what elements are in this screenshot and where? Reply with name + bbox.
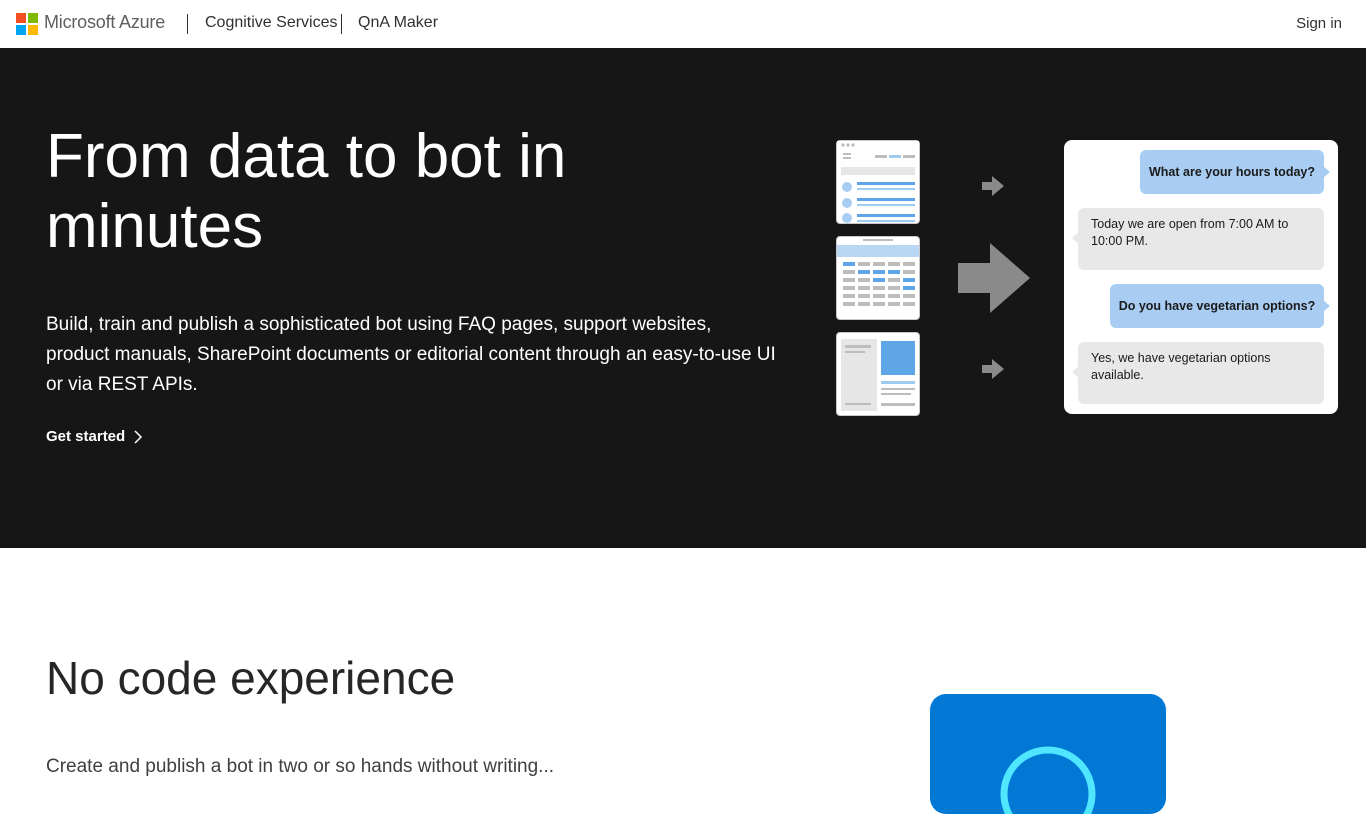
top-navigation-bar: Microsoft Azure Cognitive Services QnA M…	[0, 0, 1366, 48]
chat-user-message: Do you have vegetarian options?	[1110, 284, 1330, 328]
chat-message-text: Yes, we have vegetarian options availabl…	[1091, 351, 1271, 382]
chat-bot-illustration: What are your hours today? Today we are …	[1064, 140, 1338, 414]
microsoft-logo-icon[interactable]	[16, 13, 38, 35]
editorial-content-illustration	[836, 332, 920, 416]
faq-page-illustration	[836, 140, 920, 224]
product-manual-illustration	[836, 236, 920, 320]
faq-page-icon	[837, 141, 919, 223]
section-description: Create and publish a bot in two or so ha…	[46, 756, 555, 777]
nav-link-cognitive-services[interactable]: Cognitive Services	[205, 14, 338, 32]
get-started-link[interactable]: Get started	[46, 428, 143, 445]
sign-in-link[interactable]: Sign in	[1296, 15, 1342, 32]
arrow-right-icon	[982, 359, 1004, 379]
chat-message-text: What are your hours today?	[1149, 164, 1315, 179]
chat-user-message: What are your hours today?	[1140, 150, 1330, 194]
article-document-icon	[841, 339, 915, 411]
chat-bot-message: Yes, we have vegetarian options availabl…	[1072, 342, 1324, 404]
section-title: No code experience	[46, 652, 456, 704]
hero-title: From data to bot in minutes	[46, 122, 567, 261]
table-document-icon	[837, 239, 919, 306]
get-started-label: Get started	[46, 428, 126, 445]
no-code-illustration	[930, 694, 1166, 814]
circle-icon	[1000, 746, 1096, 814]
nav-divider	[341, 14, 342, 34]
chat-message-text: Do you have vegetarian options?	[1118, 298, 1316, 313]
hero-description: Build, train and publish a sophisticated…	[46, 314, 776, 395]
nav-divider	[187, 14, 188, 34]
brand-link[interactable]: Microsoft Azure	[44, 12, 165, 33]
chat-bot-message: Today we are open from 7:00 AM to 10:00 …	[1072, 208, 1324, 270]
chevron-right-icon	[134, 429, 143, 444]
arrow-right-icon	[982, 176, 1004, 196]
large-arrow-right-icon	[958, 243, 1030, 313]
chat-message-text: Today we are open from 7:00 AM to 10:00 …	[1091, 217, 1289, 248]
nav-link-qna-maker[interactable]: QnA Maker	[358, 14, 438, 32]
hero-section: From data to bot in minutes Build, train…	[0, 48, 1366, 548]
